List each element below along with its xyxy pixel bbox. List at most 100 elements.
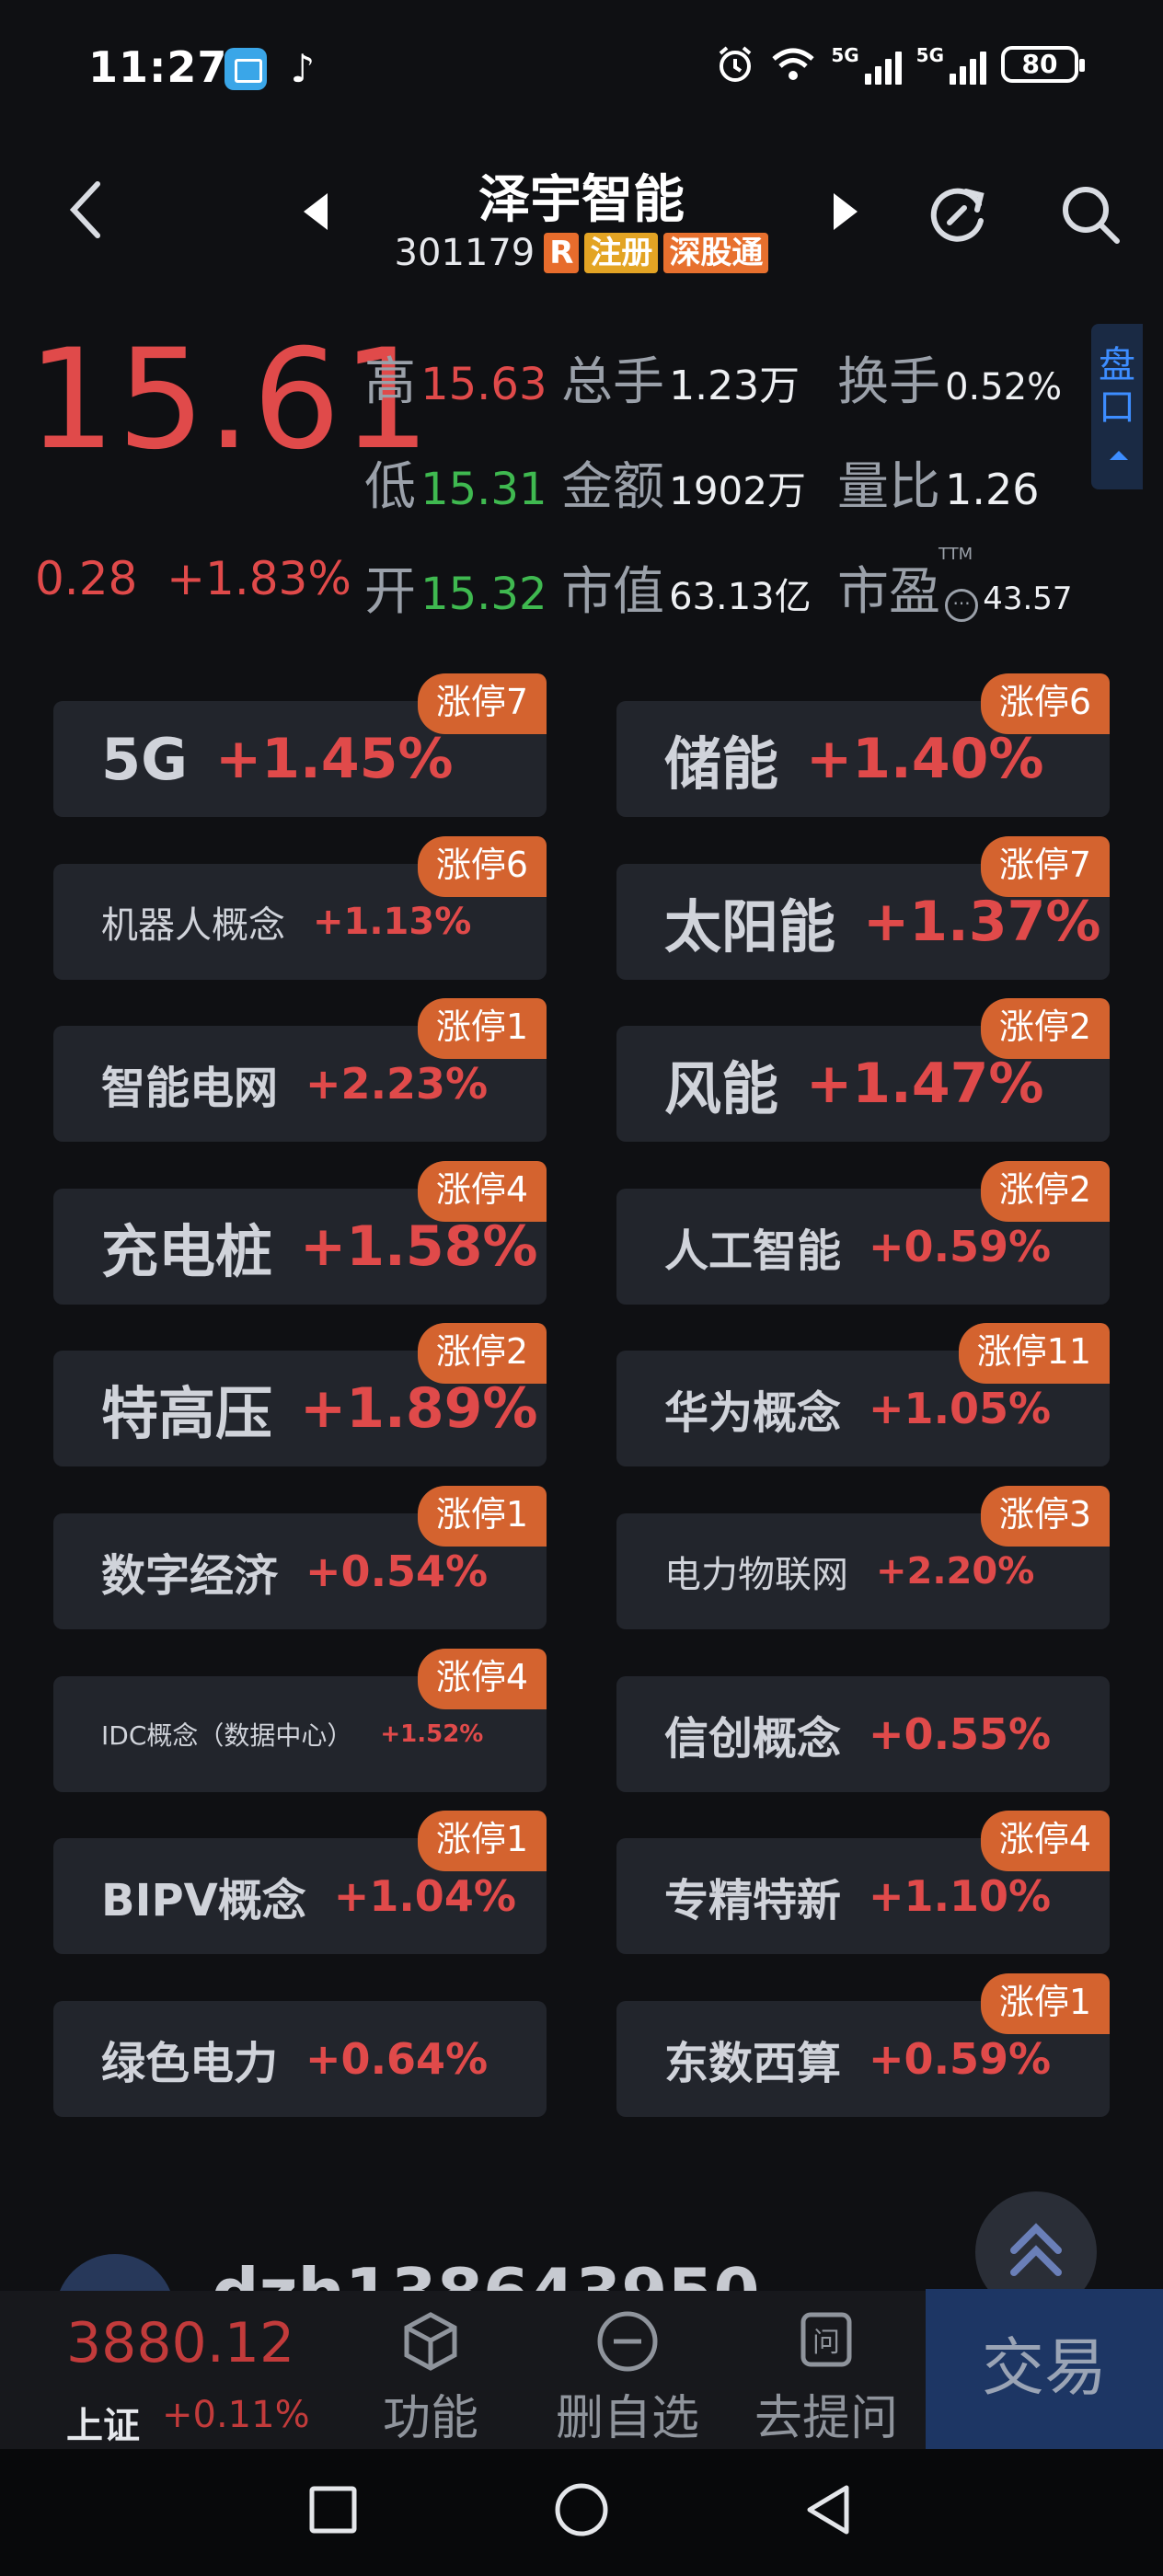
stock-code: 301179 xyxy=(394,232,535,274)
concept-change: +1.37% xyxy=(863,889,1101,954)
concept-card[interactable]: 信创概念 +0.55% xyxy=(616,1675,1110,1792)
svg-text:问: 问 xyxy=(812,2327,840,2359)
quote-turnover: 换手 0.52% xyxy=(837,340,1062,415)
concept-change: +0.64% xyxy=(305,2033,489,2084)
limit-up-badge: 涨停1 xyxy=(417,1811,547,1872)
quote-value: 1.26 xyxy=(945,465,1040,514)
concept-change: +0.55% xyxy=(869,1708,1052,1759)
tag-r: R xyxy=(544,233,580,273)
tiktok-icon: ♪ xyxy=(290,46,316,91)
concept-change: +2.23% xyxy=(305,1059,489,1110)
limit-up-badge: 涨停6 xyxy=(980,673,1110,734)
concept-change: +0.54% xyxy=(305,1547,489,1596)
pankou-tab[interactable]: 盘口 xyxy=(1091,324,1143,489)
recent-apps-icon[interactable] xyxy=(307,2484,359,2536)
pe-ttm-label: TTM xyxy=(938,545,973,564)
concept-card-content: 5G +1.45% xyxy=(101,701,453,817)
limit-up-badge: 涨停1 xyxy=(980,1972,1110,2034)
concept-name: 华为概念 xyxy=(664,1387,842,1440)
remove-watchlist-label: 删自选 xyxy=(555,2391,699,2446)
index-change: +0.11% xyxy=(162,2394,310,2436)
limit-up-badge: 涨停6 xyxy=(417,835,547,897)
signal-1-icon: 5G xyxy=(831,44,902,85)
concept-change: +1.58% xyxy=(300,1213,538,1279)
limit-up-badge: 涨停4 xyxy=(417,1160,547,1222)
limit-up-badge: 涨停4 xyxy=(417,1648,547,1709)
cube-icon xyxy=(404,2312,457,2371)
concept-name: 电力物联网 xyxy=(664,1554,848,1596)
search-icon[interactable] xyxy=(1056,180,1123,247)
concept-name: 风能 xyxy=(664,1055,779,1123)
concept-change: +1.13% xyxy=(313,900,472,943)
limit-up-badge: 涨停7 xyxy=(417,673,547,734)
concept-change: +1.40% xyxy=(806,727,1044,791)
concept-card[interactable]: 电力物联网 +2.20% 涨停3 xyxy=(616,1486,1110,1629)
limit-up-badge: 涨停1 xyxy=(417,998,547,1060)
next-stock-icon[interactable] xyxy=(834,193,858,230)
concept-card[interactable]: 5G +1.45% 涨停7 xyxy=(53,673,547,817)
limit-up-badge: 涨停2 xyxy=(417,1323,547,1385)
concept-card[interactable]: IDC概念（数据中心） +1.52% 涨停4 xyxy=(53,1648,547,1792)
trade-button[interactable]: 交易 xyxy=(926,2289,1163,2449)
index-name: 上证 xyxy=(66,2405,140,2447)
status-icons: 5G 5G 80 xyxy=(715,44,1085,85)
concept-card[interactable]: 人工智能 +0.59% 涨停2 xyxy=(616,1160,1110,1305)
concept-change: +1.89% xyxy=(300,1376,538,1442)
home-icon[interactable] xyxy=(552,2480,611,2539)
ask-question-button[interactable]: 问 去提问 xyxy=(734,2309,918,2447)
quote-value: 1.23万 xyxy=(669,362,800,409)
concept-change: +0.59% xyxy=(869,2033,1052,2084)
concept-card[interactable]: 数字经济 +0.54% 涨停1 xyxy=(53,1486,547,1629)
quote-label: 总手 xyxy=(561,352,664,412)
limit-up-badge: 涨停2 xyxy=(980,1160,1110,1222)
concept-change: +1.05% xyxy=(869,1384,1052,1434)
concept-name: 储能 xyxy=(664,730,779,798)
concept-card[interactable]: 东数西算 +0.59% 涨停1 xyxy=(616,1972,1110,2117)
concept-name: 智能电网 xyxy=(101,1063,279,1115)
concept-card-content: 电力物联网 +2.20% xyxy=(664,1513,1034,1629)
quote-open: 开 15.32 xyxy=(364,550,547,625)
limit-up-badge: 涨停7 xyxy=(980,835,1110,897)
concept-name: 充电桩 xyxy=(101,1217,273,1285)
concept-card[interactable]: 华为概念 +1.05% 涨停11 xyxy=(616,1323,1110,1467)
quote-value: 15.31 xyxy=(420,464,547,515)
quote-high: 高 15.63 xyxy=(364,340,547,415)
concept-name: 机器人概念 xyxy=(101,903,285,947)
question-icon: 问 xyxy=(800,2312,852,2367)
concept-name: IDC概念（数据中心） xyxy=(101,1719,353,1751)
concept-card[interactable]: BIPV概念 +1.04% 涨停1 xyxy=(53,1811,547,1955)
quote-value: 63.13亿 xyxy=(669,576,812,618)
concept-card[interactable]: 机器人概念 +1.13% 涨停6 xyxy=(53,835,547,980)
concept-card[interactable]: 智能电网 +2.23% 涨停1 xyxy=(53,998,547,1143)
concept-card[interactable]: 充电桩 +1.58% 涨停4 xyxy=(53,1160,547,1305)
concept-card[interactable]: 绿色电力 +0.64% xyxy=(53,2000,547,2117)
back-triangle-icon[interactable] xyxy=(802,2482,854,2537)
concept-card[interactable]: 太阳能 +1.37% 涨停7 xyxy=(616,835,1110,980)
remove-watchlist-button[interactable]: 删自选 xyxy=(535,2309,720,2447)
refresh-icon[interactable] xyxy=(924,180,992,248)
concept-name: BIPV概念 xyxy=(101,1875,306,1927)
stock-detail-screen: { "status_bar": {"time": "11:27", "signa… xyxy=(0,0,1163,2576)
concept-name: 5G xyxy=(101,725,189,793)
limit-up-badge: 涨停1 xyxy=(417,1486,547,1547)
quote-label: 高 xyxy=(364,352,416,412)
index-value[interactable]: 3880.12 xyxy=(66,2311,294,2375)
concept-card[interactable]: 风能 +1.47% 涨停2 xyxy=(616,998,1110,1143)
concept-name: 专精特新 xyxy=(664,1875,842,1927)
quote-value: 43.57 xyxy=(983,581,1073,617)
quote-label: 开 xyxy=(364,562,416,622)
concept-card[interactable]: 特高压 +1.89% 涨停2 xyxy=(53,1323,547,1467)
tag-registration: 注册 xyxy=(584,233,659,273)
quote-label: 低 xyxy=(364,457,416,517)
quote-market-cap: 市值 63.13亿 xyxy=(561,550,812,625)
concept-change: +1.45% xyxy=(215,727,454,791)
concept-name: 信创概念 xyxy=(664,1712,842,1765)
concept-card[interactable]: 专精特新 +1.10% 涨停4 xyxy=(616,1811,1110,1955)
quote-value: 15.63 xyxy=(420,359,547,410)
function-button[interactable]: 功能 xyxy=(339,2309,523,2447)
reader-app-icon xyxy=(225,48,267,90)
concept-card[interactable]: 储能 +1.40% 涨停6 xyxy=(616,673,1110,817)
concept-card-content: 信创概念 +0.55% xyxy=(664,1676,1051,1792)
minus-circle-icon xyxy=(597,2311,658,2372)
price-change: 0.28 +1.83% xyxy=(35,552,351,605)
